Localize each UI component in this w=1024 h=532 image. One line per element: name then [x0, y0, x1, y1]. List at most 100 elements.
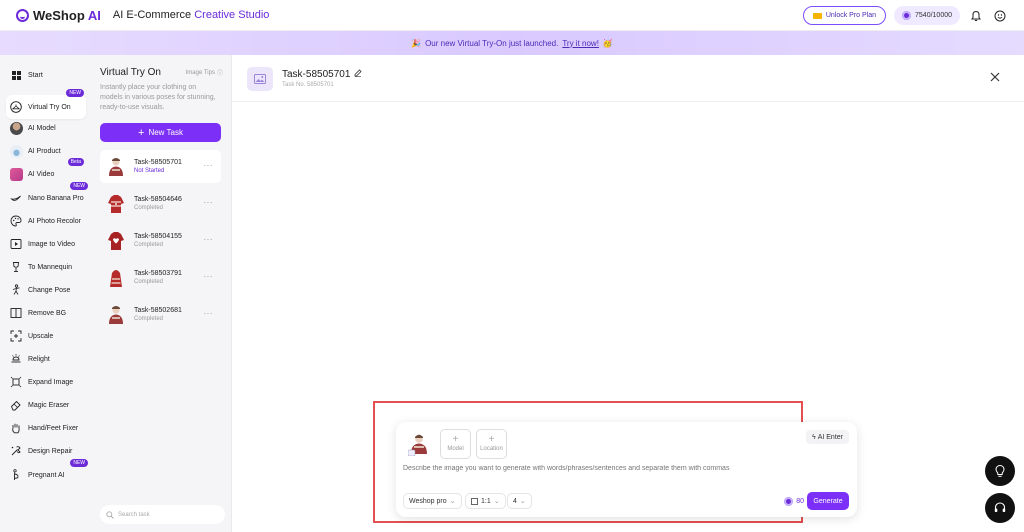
palette-icon — [10, 215, 22, 227]
more-options-icon[interactable]: ··· — [204, 235, 214, 244]
task-row[interactable]: Task-58503791 Completed ··· — [100, 261, 221, 294]
plus-icon: + — [488, 434, 495, 445]
more-options-icon[interactable]: ··· — [204, 272, 214, 281]
image-tips-link[interactable]: Image Tips ⓘ — [186, 68, 223, 78]
task-row[interactable]: Task-58504646 Completed ··· — [100, 187, 221, 220]
task-title: Task-58505701 — [282, 69, 362, 80]
upscale-icon — [10, 330, 22, 342]
task-header: Task-58505701 Task No. 58505701 — [232, 55, 1024, 102]
credits-display[interactable]: 7540/10000 — [894, 6, 960, 25]
task-number: Task No. 58505701 — [282, 82, 334, 88]
plus-icon: + — [138, 126, 145, 139]
party-icon: 🎉 — [411, 38, 422, 48]
sidebar-item-relight[interactable]: Relight — [10, 349, 90, 369]
weshop-logo[interactable]: WeShop AI — [16, 8, 101, 23]
user-avatar-icon[interactable] — [992, 8, 1008, 24]
more-options-icon[interactable]: ··· — [204, 309, 214, 318]
support-button[interactable] — [985, 493, 1015, 523]
task-thumbnail — [106, 304, 126, 326]
credit-coin-icon — [902, 11, 912, 20]
sidebar-item-start[interactable]: Start — [10, 65, 90, 85]
info-icon: ⓘ — [216, 71, 223, 77]
beta-badge: Beta — [67, 158, 84, 166]
model-select[interactable]: Weshop pro ⌄ — [403, 493, 462, 509]
sidebar-item-change-pose[interactable]: Change Pose — [10, 280, 90, 300]
pregnant-icon — [10, 469, 22, 481]
ai-video-icon — [10, 167, 23, 181]
pose-icon — [10, 284, 22, 296]
prompt-card: + Model + Location ϟ AI Enter Weshop pro… — [396, 422, 857, 517]
new-badge: NEW — [70, 459, 88, 467]
play-icon — [10, 238, 22, 250]
search-task-input[interactable]: Search task — [100, 505, 225, 524]
model-picker[interactable]: + Model — [440, 429, 471, 459]
hanger-icon — [10, 101, 22, 113]
sidebar-item-virtual-try-on[interactable]: Virtual Try On NEW — [6, 89, 86, 119]
ratio-select[interactable]: 1:1 ⌄ — [465, 493, 506, 509]
notification-bell-icon[interactable] — [968, 8, 984, 24]
chevron-down-icon: ⌄ — [519, 498, 526, 505]
hand-icon — [10, 422, 22, 434]
expand-icon — [10, 376, 22, 388]
task-row[interactable]: Task-58504155 Completed ··· — [100, 224, 221, 257]
more-options-icon[interactable]: ··· — [204, 161, 214, 170]
repair-icon — [10, 445, 22, 457]
unlock-pro-button[interactable]: Unlock Pro Plan — [802, 6, 887, 25]
sidebar-item-nano-banana-pro[interactable]: Nano Banana Pro NEW — [10, 182, 90, 208]
count-select[interactable]: 4 ⌄ — [507, 493, 532, 509]
generate-button[interactable]: Generate — [807, 492, 849, 510]
ai-model-icon — [10, 121, 23, 135]
task-row[interactable]: Task-58505701 Not Started ··· — [100, 150, 221, 183]
sidebar-item-hand-feet-fixer[interactable]: Hand/Feet Fixer — [10, 418, 90, 438]
sidebar-item-ai-photo-recolor[interactable]: AI Photo Recolor — [10, 211, 90, 231]
sidebar-item-remove-bg[interactable]: Remove BG — [10, 303, 90, 323]
main-workspace: Task-58505701 Task No. 58505701 + Model … — [232, 55, 1024, 532]
logo-brand: WeShop — [33, 7, 85, 23]
sidebar-item-image-to-video[interactable]: Image to Video — [10, 234, 90, 254]
plus-icon: + — [452, 434, 459, 445]
sidebar-item-expand-image[interactable]: Expand Image — [10, 372, 90, 392]
new-badge: NEW — [66, 89, 84, 97]
sidebar-item-ai-model[interactable]: AI Model — [10, 118, 90, 138]
ai-product-icon — [10, 144, 23, 158]
task-row[interactable]: Task-58502681 Completed ··· — [100, 298, 221, 331]
credit-cost: 80 — [784, 497, 804, 506]
garment-thumbnail[interactable] — [407, 432, 430, 457]
new-badge: NEW — [70, 182, 88, 190]
task-panel: Virtual Try On Image Tips ⓘ Instantly pl… — [90, 55, 232, 532]
grid-icon — [10, 69, 22, 81]
image-placeholder-icon — [247, 67, 273, 91]
more-options-icon[interactable]: ··· — [204, 198, 214, 207]
card-icon — [812, 12, 822, 19]
sidebar-item-to-mannequin[interactable]: To Mannequin — [10, 257, 90, 277]
location-picker[interactable]: + Location — [476, 429, 507, 459]
credit-coin-icon — [784, 497, 794, 506]
lightning-icon: ϟ — [811, 433, 816, 441]
idea-bulb-button[interactable] — [985, 456, 1015, 486]
task-thumbnail — [106, 267, 126, 289]
sidebar-item-ai-video[interactable]: AI Video Beta — [10, 158, 90, 184]
app-title: AI E-Commerce Creative Studio — [112, 9, 270, 21]
sidebar-item-design-repair[interactable]: Design Repair — [10, 441, 90, 461]
prompt-input[interactable] — [403, 465, 843, 472]
panel-title: Virtual Try On — [100, 67, 161, 78]
task-thumbnail — [106, 230, 126, 252]
panel-description: Instantly place your clothing on models … — [100, 84, 216, 111]
relight-icon — [10, 353, 22, 365]
ai-enter-button[interactable]: ϟ AI Enter — [805, 430, 849, 444]
banner-link[interactable]: Try it now! — [562, 39, 599, 48]
sidebar-item-magic-eraser[interactable]: Magic Eraser — [10, 395, 90, 415]
sidebar-item-upscale[interactable]: Upscale — [10, 326, 90, 346]
logo-icon — [16, 8, 29, 22]
ratio-square-icon — [471, 497, 478, 505]
new-task-button[interactable]: + New Task — [100, 123, 221, 142]
sidebar-item-pregnant-ai[interactable]: Pregnant AI NEW — [10, 459, 90, 485]
close-icon[interactable] — [988, 70, 1002, 84]
logo-ai: AI — [87, 7, 101, 23]
headset-icon — [994, 502, 1006, 512]
left-sidebar: Start Virtual Try On NEW AI Model AI Pro… — [0, 55, 90, 532]
remove-bg-icon — [10, 307, 22, 319]
announcement-banner: 🎉 Our new Virtual Try-On just launched. … — [0, 31, 1024, 55]
edit-pencil-icon[interactable] — [354, 69, 362, 80]
banner-text: Our new Virtual Try-On just launched. — [425, 38, 559, 48]
